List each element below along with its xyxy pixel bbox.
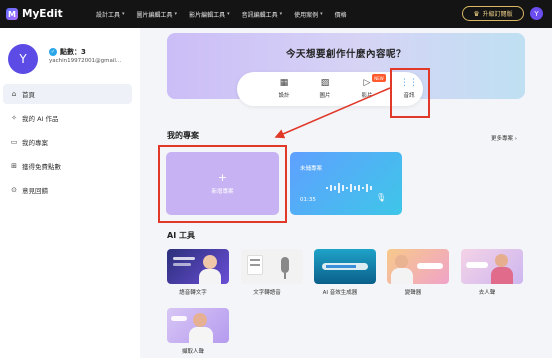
chevron-down-icon: ▾: [122, 11, 125, 17]
new-project-card[interactable]: + 新增專案: [166, 152, 279, 215]
myedit-logo-text: MyEdit: [22, 8, 63, 20]
sidebar-menu: ⌂ 首頁 ✧ 我的 AI 作品 ▭ 我的專案 ⊞ 獲得免費點數 ⊙ 意見回饋: [3, 84, 132, 204]
tool-ai-sound-effect[interactable]: AI 音效生成器: [314, 249, 376, 296]
my-projects-title: 我的專案: [167, 131, 199, 140]
chevron-down-icon: ▾: [320, 11, 323, 17]
tool-label: AI 音效生成器: [322, 290, 358, 296]
tool-label: 文字轉語音: [253, 290, 281, 296]
nav-pricing[interactable]: 價格: [335, 10, 347, 19]
ai-sound-effect-thumbnail: [314, 249, 376, 284]
project-title: 未儲專案: [300, 166, 323, 172]
ai-tools-title: AI 工具: [167, 231, 195, 240]
folder-icon: ▭: [10, 138, 18, 146]
crown-icon: ♛: [473, 9, 480, 18]
plus-icon: +: [217, 171, 228, 184]
sidebar-item-label: 意見回饋: [22, 187, 48, 195]
nav-design-tools[interactable]: 設計工具 ▾: [96, 10, 125, 19]
user-avatar-button[interactable]: Y: [530, 7, 543, 20]
nav-audio-tools-label: 音訊編輯工具: [241, 11, 278, 19]
speech-to-text-thumbnail: [167, 249, 229, 284]
points-display: ✓ 點數：3: [49, 47, 86, 57]
tool-vocal-extractor[interactable]: 擷取人聲: [167, 308, 229, 355]
profile-avatar: Y: [8, 44, 38, 74]
sidebar-item-label: 我的專案: [22, 139, 48, 147]
tool-vocal-remover[interactable]: 去人聲: [461, 249, 523, 296]
upgrade-subscription-button[interactable]: ♛ 升級訂閱版: [462, 6, 524, 21]
feedback-icon: ⊙: [11, 186, 17, 194]
myedit-logo[interactable]: M MyEdit: [6, 8, 92, 20]
sidebar-item-label: 首頁: [22, 91, 35, 99]
chevron-down-icon: ▾: [279, 11, 283, 17]
nav-video-tools-label: 影片編輯工具: [189, 11, 226, 19]
voice-changer-thumbnail: [387, 249, 449, 284]
more-projects-link[interactable]: 更多專案 ›: [491, 134, 517, 142]
vocal-remover-thumbnail: [461, 249, 523, 284]
nav-video-tools[interactable]: 影片編輯工具 ▾: [189, 10, 230, 19]
waveform-icon: [326, 183, 372, 193]
top-navigation-bar: M MyEdit 設計工具 ▾ 圖片編輯工具 ▾ 影片編輯工具 ▾ 音訊編輯工具 ▾ 使…: [0, 0, 552, 28]
nav-use-cases[interactable]: 使用案例 ▾: [294, 10, 323, 19]
sidebar-item-my-ai-works[interactable]: ✧ 我的 AI 作品: [3, 108, 132, 128]
project-card[interactable]: 未儲專案 01:35 🎙: [290, 152, 402, 215]
sidebar: Y ✓ 點數：3 yachin19972001@gmail... ⌂ 首頁 ✧ …: [0, 28, 140, 358]
user-email: yachin19972001@gmail...: [49, 58, 122, 64]
sidebar-item-free-points[interactable]: ⊞ 獲得免費點數: [3, 156, 132, 176]
sidebar-item-label: 我的 AI 作品: [22, 115, 59, 123]
annotation-arrow: [274, 87, 391, 139]
gift-icon: ⊞: [11, 162, 17, 170]
tool-text-to-speech[interactable]: 文字轉語音: [241, 249, 303, 296]
sidebar-item-feedback[interactable]: ⊙ 意見回饋: [3, 180, 132, 200]
sidebar-item-home[interactable]: ⌂ 首頁: [3, 84, 132, 104]
nav-audio-tools[interactable]: 音訊編輯工具 ▾: [242, 10, 283, 19]
nav-use-cases-label: 使用案例: [294, 11, 319, 19]
myedit-logo-mark: M: [6, 8, 18, 20]
points-label: 點數：3: [60, 48, 86, 56]
microphone-icon: 🎙: [376, 193, 387, 202]
points-coin-icon: ✓: [49, 48, 57, 56]
nav-design-tools-label: 設計工具: [96, 11, 121, 19]
nav-image-tools[interactable]: 圖片編輯工具 ▾: [137, 10, 178, 19]
tool-label: 變聲器: [404, 290, 422, 296]
project-duration: 01:35: [300, 197, 316, 203]
chevron-down-icon: ▾: [174, 11, 178, 17]
tool-speech-to-text[interactable]: 語音轉文字: [167, 249, 229, 296]
ai-sparkle-icon: ✧: [11, 114, 17, 122]
sidebar-item-my-projects[interactable]: ▭ 我的專案: [3, 132, 132, 152]
new-badge: NEW: [372, 74, 386, 82]
tool-label: 擷取人聲: [181, 349, 204, 355]
chevron-down-icon: ▾: [227, 11, 230, 17]
sidebar-item-label: 獲得免費點數: [22, 163, 61, 171]
tool-voice-changer[interactable]: 變聲器: [387, 249, 449, 296]
upgrade-label: 升級訂閱版: [482, 11, 513, 18]
tool-label: 語音轉文字: [179, 290, 207, 296]
hero-title: 今天想要創作什麼內容呢？: [285, 49, 406, 60]
vocal-extractor-thumbnail: [167, 308, 229, 343]
text-to-speech-thumbnail: [241, 249, 303, 284]
nav-pricing-label: 價格: [334, 11, 347, 19]
nav-image-tools-label: 圖片編輯工具: [136, 11, 173, 19]
tool-label: 去人聲: [478, 290, 496, 296]
home-icon: ⌂: [11, 90, 17, 98]
new-project-label: 新增專案: [211, 189, 234, 195]
